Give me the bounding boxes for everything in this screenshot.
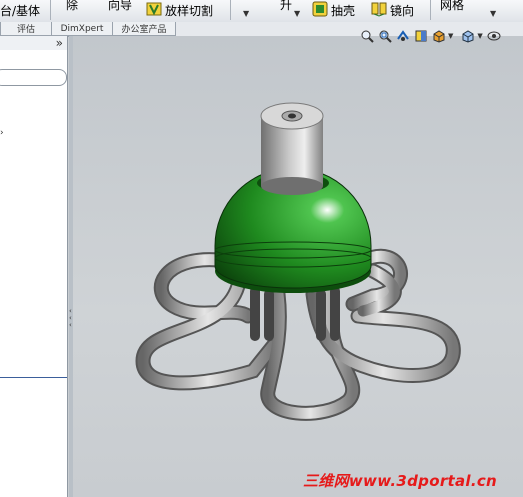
toolbar-separator [230, 0, 231, 20]
shell-button[interactable]: 抽壳 [312, 0, 355, 20]
tab-office-products[interactable]: 办公室产品 [112, 22, 176, 36]
watermark-text: 三维网www.3dportal.cn [303, 472, 498, 490]
top-cap [260, 102, 324, 195]
tab-evaluate[interactable]: 评估 [0, 22, 52, 36]
tab-label: 办公室产品 [121, 25, 167, 35]
mesh-button[interactable]: 网格 [440, 0, 464, 14]
command-manager-toolbar: 台/基体 除 向导 放样切割 ▼ 升 ▼ 抽壳 镜向 网格 ▼ [0, 0, 523, 23]
lofted-cut-button[interactable]: 放样切割 [146, 0, 213, 20]
mesh-label: 网格 [440, 0, 465, 12]
fillet-button[interactable]: 升 [280, 0, 292, 14]
toolbar-separator [430, 0, 431, 20]
mirror-button[interactable]: 镜向 [371, 0, 414, 20]
mirror-label: 镜向 [390, 3, 415, 18]
hole-wizard-label: 向导 [108, 0, 133, 12]
fillet-label: 升 [280, 0, 293, 12]
tab-label: DimXpert [60, 23, 104, 34]
boss-base-label: 台/基体 [0, 3, 41, 18]
shell-icon [312, 1, 328, 20]
hole-wizard-button[interactable]: 向导 [108, 0, 132, 14]
tree-filter-input[interactable] [0, 69, 67, 86]
graphics-viewport[interactable]: ▼ ▼ 三维网www.3dportal.cn [73, 30, 523, 497]
cut-button[interactable]: 除 [66, 0, 78, 14]
panel-divider [0, 377, 67, 378]
feature-manager-panel: » › [0, 36, 68, 497]
chevron-down-icon[interactable]: ▼ [243, 9, 249, 18]
chevron-down-icon[interactable]: ▼ [490, 9, 496, 18]
tree-expand-icon[interactable]: › [0, 128, 4, 138]
lofted-cut-label: 放样切割 [165, 3, 214, 18]
mirror-icon [371, 1, 387, 20]
cut-label: 除 [66, 0, 79, 12]
collapse-panel-icon[interactable]: » [56, 36, 63, 50]
tab-label: 评估 [16, 25, 35, 35]
model-render[interactable] [73, 36, 523, 497]
chevron-down-icon[interactable]: ▼ [294, 9, 300, 18]
lofted-cut-icon [146, 1, 162, 20]
shell-label: 抽壳 [331, 3, 356, 18]
boss-base-button[interactable]: 台/基体 [0, 0, 40, 20]
panel-header: » [0, 36, 67, 50]
tab-dimxpert[interactable]: DimXpert [51, 22, 113, 36]
toolbar-separator [50, 0, 51, 20]
